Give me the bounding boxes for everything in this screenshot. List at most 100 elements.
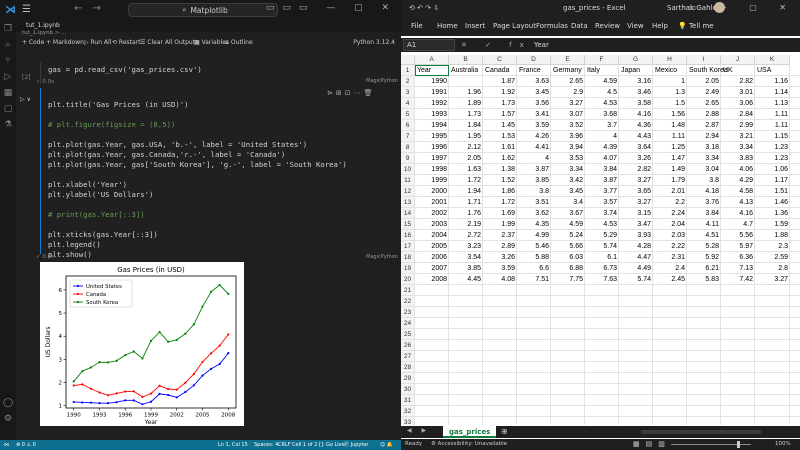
data-cell[interactable]: 2.84 (721, 109, 753, 120)
data-cell[interactable]: 3.77 (585, 186, 617, 197)
data-cell[interactable]: 1.38 (483, 164, 515, 175)
data-cell[interactable]: 4.99 (517, 230, 549, 241)
data-cell[interactable]: 4.39 (585, 142, 617, 153)
data-cell[interactable]: 2.22 (653, 241, 685, 252)
data-cell[interactable]: 4 (517, 153, 549, 164)
header-cell[interactable]: Australia (451, 65, 478, 76)
data-cell[interactable]: 4.45 (449, 274, 481, 285)
view-mode-icons[interactable]: ▦▤▥ (633, 439, 671, 450)
data-cell[interactable]: 6.03 (551, 252, 583, 263)
data-cell[interactable]: 1.36 (755, 208, 788, 219)
data-cell[interactable]: 3.59 (517, 120, 549, 131)
data-cell[interactable]: 1.56 (653, 109, 685, 120)
status-indent[interactable]: Spaces: 4 (254, 440, 278, 450)
status-accessibility[interactable]: ⚙ Accessibility: Unavailable (431, 439, 507, 450)
data-cell[interactable]: 4.35 (517, 219, 549, 230)
data-cell[interactable]: 1.48 (653, 120, 685, 131)
row-header[interactable]: 33 (401, 417, 415, 425)
row-header[interactable]: 14 (401, 208, 415, 219)
explorer-icon[interactable]: ❐ (3, 24, 13, 34)
data-cell[interactable]: 2.4 (653, 263, 685, 274)
row-header[interactable]: 6 (401, 120, 415, 131)
data-cell[interactable]: 3.16 (619, 76, 651, 87)
cell-1-code[interactable]: gas = pd.read_csv('gas_prices.csv') (48, 65, 202, 75)
data-cell[interactable]: 2.59 (755, 252, 788, 263)
data-cell[interactable]: 1.06 (755, 164, 788, 175)
status-problems[interactable]: ⊗ 0 ⚠ 0 (16, 440, 36, 450)
column-header[interactable]: I (687, 55, 721, 65)
header-cell[interactable]: UK (723, 65, 733, 76)
add-sheet-icon[interactable]: ⊕ (501, 426, 508, 438)
data-cell[interactable]: 6.88 (551, 263, 583, 274)
data-cell[interactable]: 4.53 (585, 219, 617, 230)
data-cell[interactable]: 3.8 (517, 186, 549, 197)
ribbon-tab-view[interactable]: View (627, 22, 644, 30)
data-cell[interactable]: 6.6 (517, 263, 549, 274)
row-header[interactable]: 8 (401, 142, 415, 153)
data-cell[interactable]: 6.36 (721, 252, 753, 263)
data-cell[interactable]: 1.53 (483, 131, 515, 142)
column-header[interactable]: B (449, 55, 483, 65)
data-cell[interactable]: 5.28 (687, 241, 719, 252)
data-cell[interactable]: 2.24 (653, 208, 685, 219)
data-cell[interactable]: 1991 (415, 87, 447, 98)
row-header[interactable]: 20 (401, 274, 415, 285)
data-cell[interactable]: 1.86 (483, 186, 515, 197)
data-cell[interactable]: 5.74 (585, 241, 617, 252)
data-cell[interactable]: 3.21 (721, 131, 753, 142)
data-cell[interactable]: 7.63 (585, 274, 617, 285)
data-cell[interactable]: 1992 (415, 98, 447, 109)
data-cell[interactable]: 1.11 (755, 120, 788, 131)
row-header[interactable]: 18 (401, 252, 415, 263)
run-all-button[interactable]: ▷ Run All (84, 36, 111, 50)
data-cell[interactable]: 3.54 (449, 252, 481, 263)
data-cell[interactable]: 3.51 (517, 197, 549, 208)
spreadsheet-grid[interactable]: A B C D E F G H I J K 1 2 3 4 5 6 7 8 9 10 11 12 13 14 15 16 17 18 19… (401, 55, 800, 425)
status-position[interactable]: Ln 1, Col 15 (218, 440, 248, 450)
data-cell[interactable]: 5.88 (517, 252, 549, 263)
ribbon-tab-review[interactable]: Review (595, 22, 620, 30)
data-cell[interactable]: 3.18 (687, 142, 719, 153)
tell-me-search[interactable]: 💡 Tell me (678, 22, 714, 30)
data-cell[interactable]: 3.65 (619, 186, 651, 197)
data-cell[interactable]: 1.14 (755, 87, 788, 98)
row-header[interactable]: 30 (401, 384, 415, 395)
data-cell[interactable]: 1.69 (483, 208, 515, 219)
data-cell[interactable]: 5.29 (585, 230, 617, 241)
data-cell[interactable]: 2.19 (449, 219, 481, 230)
data-cell[interactable]: 5.46 (517, 241, 549, 252)
data-cell[interactable]: 4.49 (619, 263, 651, 274)
account-icon[interactable]: ◯ (3, 398, 13, 408)
data-cell[interactable]: 1.63 (449, 164, 481, 175)
data-cell[interactable]: 4.28 (619, 241, 651, 252)
data-cell[interactable]: 1.46 (755, 197, 788, 208)
row-header[interactable]: 17 (401, 241, 415, 252)
data-cell[interactable]: 1.99 (483, 219, 515, 230)
column-header[interactable]: E (551, 55, 585, 65)
data-cell[interactable]: 5.97 (721, 241, 753, 252)
data-cell[interactable]: 4.59 (585, 76, 617, 87)
data-cell[interactable]: 5.56 (721, 230, 753, 241)
data-cell[interactable]: 7.75 (551, 274, 583, 285)
add-markdown-button[interactable]: + Markdown (46, 36, 84, 50)
data-cell[interactable]: 1990 (415, 76, 447, 87)
row-header[interactable]: 7 (401, 131, 415, 142)
header-cell[interactable]: Germany (553, 65, 582, 76)
data-cell[interactable]: 3.53 (551, 153, 583, 164)
data-cell[interactable]: 1.71 (449, 197, 481, 208)
data-cell[interactable]: 3.57 (585, 197, 617, 208)
data-cell[interactable]: 5.83 (687, 274, 719, 285)
data-cell[interactable]: 3.93 (619, 230, 651, 241)
row-header[interactable]: 21 (401, 285, 415, 296)
data-cell[interactable]: 1997 (415, 153, 447, 164)
ribbon-tab-page-layout[interactable]: Page Layout (493, 22, 536, 30)
window-controls[interactable]: ▭▭▭ — ▢ ✕ (266, 3, 397, 13)
data-cell[interactable]: 2005 (415, 241, 447, 252)
row-header[interactable]: 27 (401, 351, 415, 362)
data-cell[interactable]: 3.27 (755, 274, 788, 285)
data-cell[interactable]: 5.92 (687, 252, 719, 263)
data-cell[interactable]: 1.17 (755, 175, 788, 186)
data-cell[interactable]: 5.74 (619, 274, 651, 285)
remote-icon[interactable]: ▢ (3, 104, 13, 114)
data-cell[interactable]: 7.42 (721, 274, 753, 285)
